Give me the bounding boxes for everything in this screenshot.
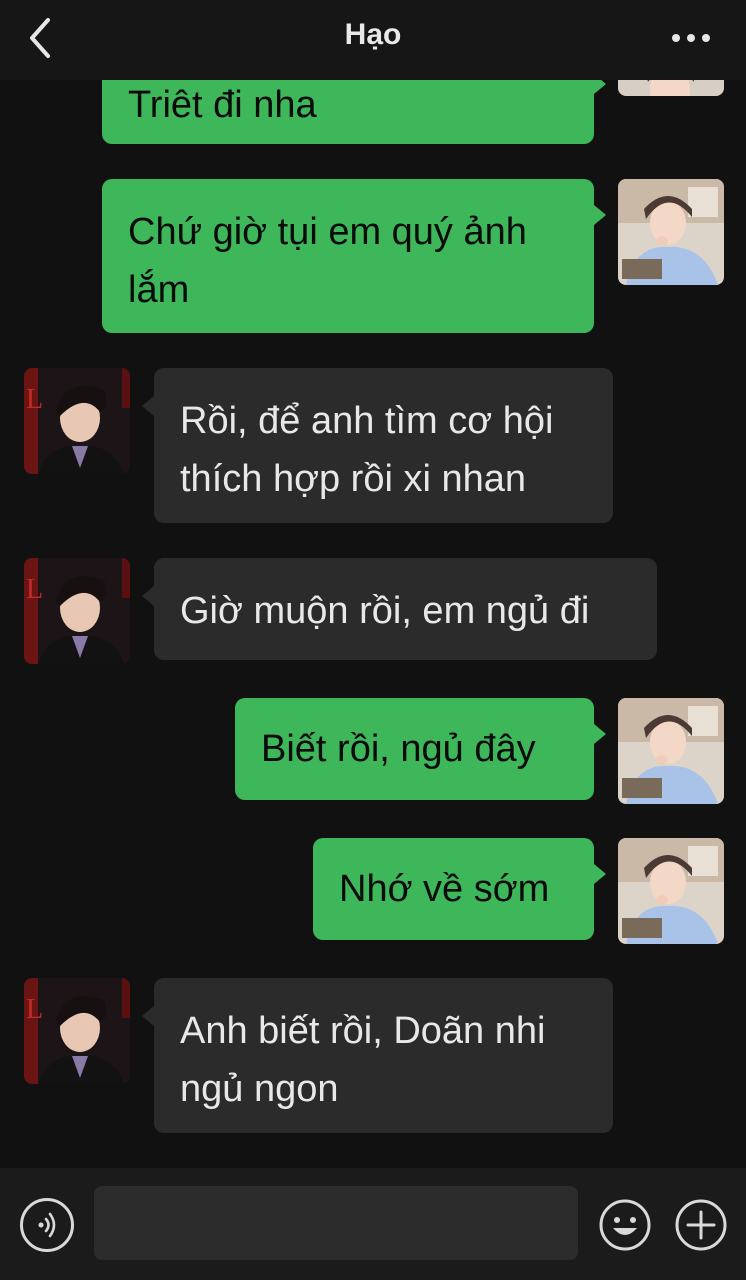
composer-bar [0,1168,746,1280]
svg-text:L: L [26,994,43,1025]
message-input[interactable] [94,1186,578,1260]
message-text: Nhớ về sớm [339,868,550,910]
my-avatar[interactable] [618,179,724,285]
message-bubble-received[interactable]: Giờ muộn rồi, em ngủ đi [142,558,657,660]
voice-button[interactable] [20,1198,74,1252]
contact-avatar[interactable]: L [24,368,130,474]
contact-avatar[interactable]: L [24,978,130,1084]
my-avatar[interactable] [618,698,724,804]
chat-title: Hạo [344,18,402,51]
my-avatar[interactable] [618,838,724,944]
message-text: Biết rồi, ngủ đây [261,728,536,770]
message-text: Anh biết rồi, Doãn nhi ngủ ngon [180,1010,546,1110]
message-bubble-sent[interactable]: Nhớ về sớm [313,838,606,940]
message-text: Rồi, để anh tìm cơ hội thích hợp rồi xi … [180,400,554,500]
emoji-button[interactable] [598,1198,652,1252]
svg-text:L: L [26,574,43,605]
voice-icon [38,1212,56,1238]
message-list[interactable]: Triêt đi nha Chứ giờ tụi em quý ảnh lắm [0,0,746,1168]
message-bubble-sent[interactable]: Biết rồi, ngủ đây [235,698,606,800]
svg-text:L: L [26,384,43,415]
contact-avatar[interactable]: L [24,558,130,664]
message-bubble-received[interactable]: Anh biết rồi, Doãn nhi ngủ ngon [142,978,613,1133]
more-button[interactable] [666,14,716,62]
plus-icon [675,1199,727,1251]
plus-button[interactable] [674,1198,728,1252]
message-bubble-received[interactable]: Rồi, để anh tìm cơ hội thích hợp rồi xi … [142,368,613,523]
chat-header: Hạo [0,0,746,80]
message-text: Giờ muộn rồi, em ngủ đi [180,590,590,632]
message-bubble-sent[interactable]: Chứ giờ tụi em quý ảnh lắm [102,179,606,333]
message-text: Chứ giờ tụi em quý ảnh lắm [128,211,527,311]
emoji-icon [599,1199,651,1251]
more-dots-icon [672,34,710,42]
message-text: Triêt đi nha [128,84,317,126]
